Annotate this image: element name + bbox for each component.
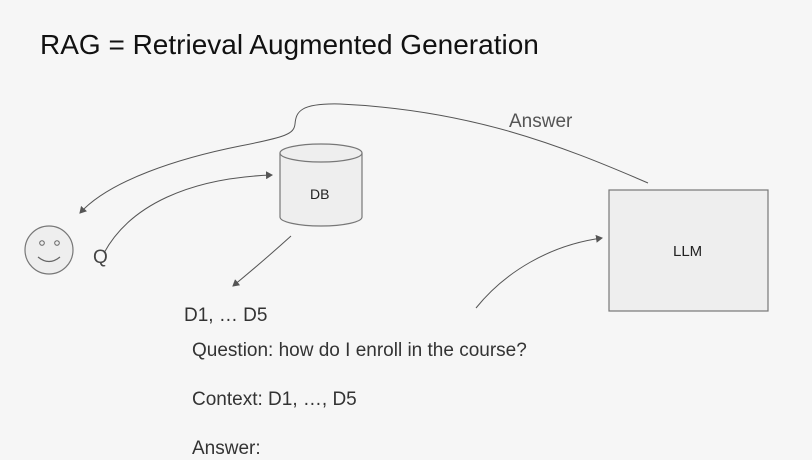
database-label: DB — [310, 186, 330, 202]
prompt-arrow — [475, 234, 603, 309]
database-cylinder — [279, 143, 363, 227]
rag-diagram — [24, 103, 769, 312]
llm-label: LLM — [673, 243, 703, 260]
user-smiley-icon — [24, 225, 74, 275]
retrieval-arrow — [232, 235, 292, 287]
query-label: Q — [93, 247, 108, 268]
prompt-question: Question: how do I enroll in the course? — [192, 340, 527, 361]
prompt-answer: Answer: — [192, 438, 261, 459]
prompt-context: Context: D1, …, D5 — [192, 389, 357, 410]
answer-label: Answer — [509, 111, 573, 132]
query-arrow — [103, 171, 273, 254]
slide: RAG = Retrieval Augmented Generation Ans… — [0, 0, 812, 459]
documents-label: D1, … D5 — [184, 305, 268, 326]
